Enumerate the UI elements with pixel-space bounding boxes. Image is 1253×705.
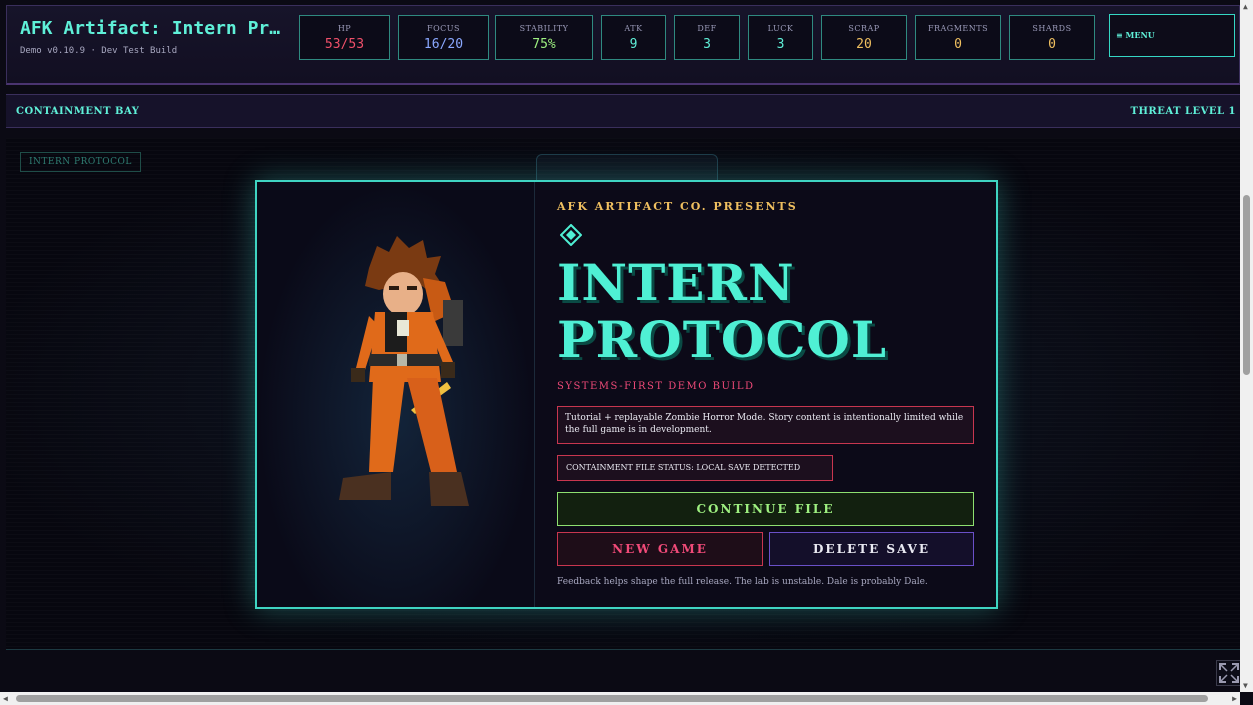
stat-label: FOCUS [427, 24, 460, 33]
vertical-scrollbar[interactable]: ▲ ▼ [1240, 0, 1253, 692]
character-portrait [257, 182, 535, 607]
top-hud: AFK Artifact: Intern Protocol Demo v0.10… [6, 5, 1240, 85]
stat-focus: FOCUS 16/20 [398, 15, 489, 60]
feedback-note: Feedback helps shape the full release. T… [557, 577, 928, 587]
stat-stability: STABILITY 75% [495, 15, 593, 60]
scroll-left-icon[interactable]: ◀ [3, 694, 8, 703]
continue-file-button[interactable]: CONTINUE FILE [557, 492, 974, 526]
stat-value: 53/53 [324, 37, 365, 52]
stat-value: 0 [954, 37, 962, 52]
game-title-line-1: INTERN [557, 253, 795, 312]
menu-label: ≡ MENU [1116, 30, 1155, 40]
stat-label: HP [337, 24, 352, 33]
save-status: CONTAINMENT FILE STATUS: LOCAL SAVE DETE… [557, 455, 833, 481]
stat-luck: LUCK 3 [748, 15, 813, 60]
build-subtitle: SYSTEMS-FIRST DEMO BUILD [557, 381, 755, 392]
stat-label: STABILITY [519, 24, 569, 33]
stat-value: 3 [703, 37, 711, 52]
description-box: Tutorial + replayable Zombie Horror Mode… [557, 406, 974, 444]
scroll-up-icon[interactable]: ▲ [1243, 2, 1248, 11]
stat-def: DEF 3 [674, 15, 740, 60]
stat-scrap: SCRAP 20 [821, 15, 907, 60]
stat-value: 0 [1048, 37, 1056, 52]
stat-fragments: FRAGMENTS 0 [915, 15, 1001, 60]
stat-value: 3 [776, 37, 785, 52]
build-version: Demo v0.10.9 · Dev Test Build [20, 46, 178, 56]
game-title-line-2: PROTOCOL [557, 310, 887, 369]
stat-label: FRAGMENTS [927, 24, 989, 33]
stat-label: DEF [697, 24, 717, 33]
scroll-down-icon[interactable]: ▼ [1243, 681, 1248, 690]
stat-label: SHARDS [1032, 24, 1072, 33]
stat-label: LUCK [767, 24, 794, 33]
stage-tag: INTERN PROTOCOL [20, 152, 141, 172]
presents-label: AFK ARTIFACT CO. PRESENTS [557, 200, 798, 213]
stat-value: 16/20 [423, 37, 464, 52]
vertical-scroll-thumb[interactable] [1243, 195, 1250, 375]
delete-save-button[interactable]: DELETE SAVE [769, 532, 974, 566]
fullscreen-icon [1219, 663, 1239, 683]
threat-level: THREAT LEVEL 1 [1130, 106, 1236, 117]
title-modal: AFK ARTIFACT CO. PRESENTS INTERN PROTOCO… [255, 180, 998, 609]
horizontal-scroll-thumb[interactable] [16, 695, 1208, 702]
game-title: INTERN PROTOCOL [557, 254, 887, 368]
scroll-right-icon[interactable]: ▶ [1232, 694, 1237, 703]
fullscreen-button[interactable] [1216, 660, 1242, 686]
stat-shards: SHARDS 0 [1009, 15, 1095, 60]
menu-button[interactable]: ≡ MENU [1109, 14, 1235, 57]
intern-character-icon [339, 236, 469, 506]
app-title: AFK Artifact: Intern Protocol [20, 18, 285, 39]
new-game-button[interactable]: NEW GAME [557, 532, 763, 566]
diamond-icon [560, 224, 582, 246]
location-bar: CONTAINMENT BAY THREAT LEVEL 1 [6, 94, 1240, 128]
location-name: CONTAINMENT BAY [16, 106, 140, 117]
stat-value: 9 [629, 37, 638, 52]
stat-hp: HP 53/53 [299, 15, 390, 60]
horizontal-scrollbar[interactable]: ◀ ▶ [0, 692, 1240, 705]
stat-label: SCRAP [848, 24, 880, 33]
stat-value: 75% [532, 37, 556, 52]
stat-atk: ATK 9 [601, 15, 666, 60]
stat-value: 20 [856, 37, 872, 52]
stat-label: ATK [624, 24, 643, 33]
